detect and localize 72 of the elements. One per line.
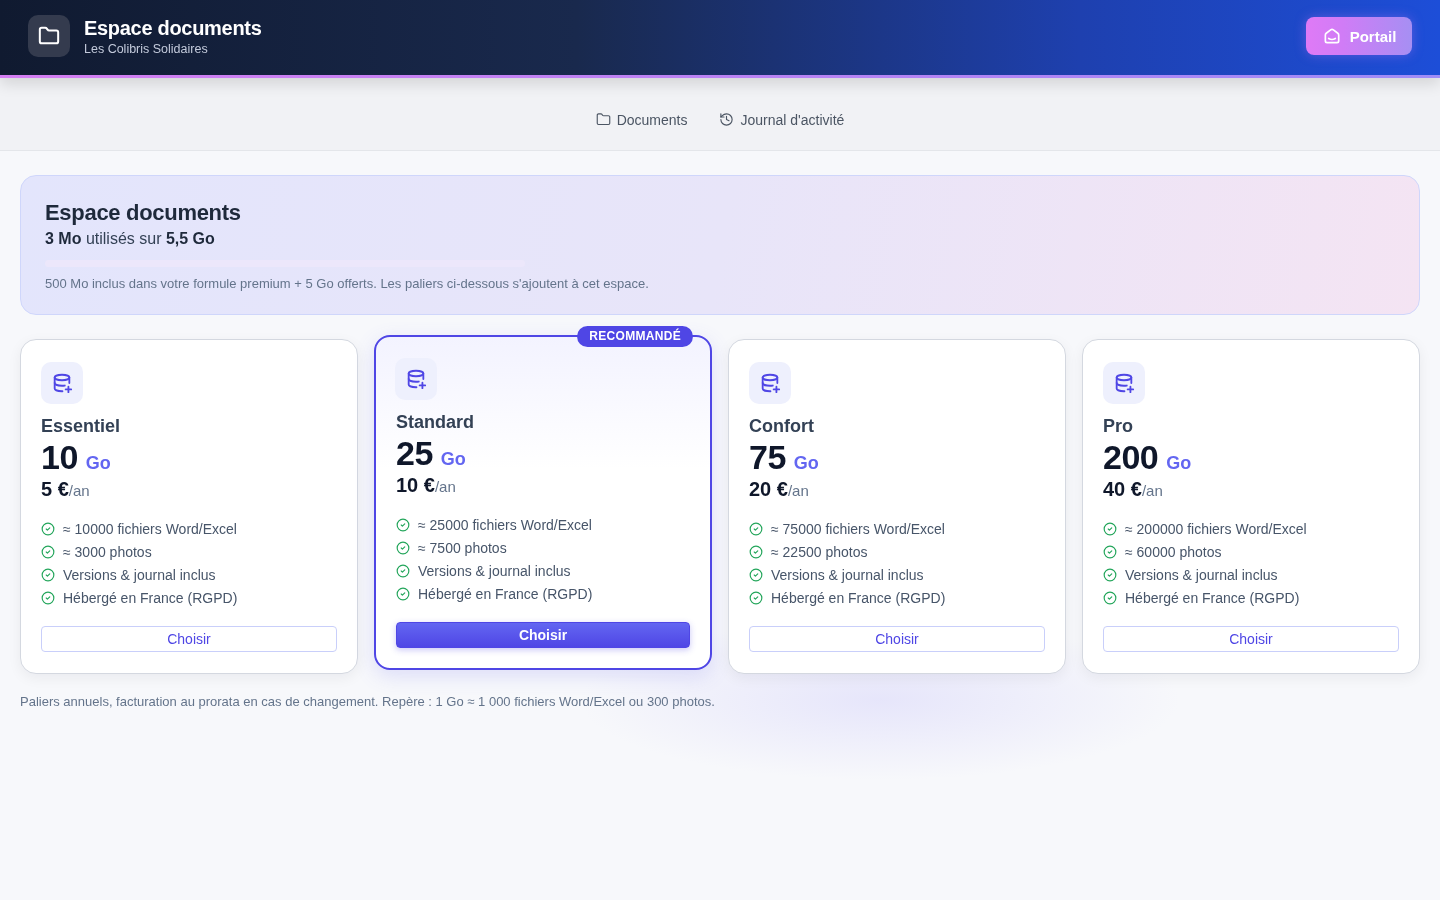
plan-feature: Hébergé en France (RGPD) <box>418 585 593 602</box>
recommended-badge: RECOMMANDÉ <box>577 326 693 347</box>
plan-name: Essentiel <box>41 415 122 438</box>
plan-feature: ≈ 60000 photos <box>1125 543 1222 560</box>
plan-price: 10 € <box>396 473 435 498</box>
check-circle-icon <box>396 540 410 555</box>
plan-feature: ≈ 22500 photos <box>771 543 868 560</box>
check-circle-icon <box>41 544 55 559</box>
choose-button[interactable]: Choisir <box>1103 626 1399 652</box>
choose-button[interactable]: Choisir <box>396 622 690 648</box>
size-unit: Go <box>793 453 819 474</box>
database-plus-icon <box>41 362 83 404</box>
plan-size: 25 <box>396 434 433 472</box>
app-title: Espace documents <box>84 16 262 41</box>
check-circle-icon <box>1103 590 1117 605</box>
size-unit: Go <box>85 453 111 474</box>
price-period: /an <box>434 477 456 497</box>
plan-feature: ≈ 200000 fichiers Word/Excel <box>1125 520 1307 537</box>
check-circle-icon <box>1103 521 1117 536</box>
plan-feature: ≈ 75000 fichiers Word/Excel <box>771 520 945 537</box>
plan-feature: Hébergé en France (RGPD) <box>63 589 238 606</box>
plan-feature: Versions & journal inclus <box>63 566 216 583</box>
panel-title: Espace documents <box>45 199 242 227</box>
plan-name: Pro <box>1103 415 1134 438</box>
check-circle-icon <box>749 544 763 559</box>
plan-size: 200 <box>1103 438 1159 476</box>
check-circle-icon <box>41 567 55 582</box>
plan-feature: ≈ 10000 fichiers Word/Excel <box>63 520 237 537</box>
plan-feature: Versions & journal inclus <box>771 566 924 583</box>
usage-note: 500 Mo inclus dans votre formule premium + 5 Go offerts. Les paliers ci-dessous s'ajoutent à cet espace. <box>45 275 650 293</box>
plan-feature: Versions & journal inclus <box>1125 566 1278 583</box>
plan-price: 20 € <box>749 477 788 502</box>
check-circle-icon <box>1103 544 1117 559</box>
check-circle-icon <box>749 590 763 605</box>
nav-tab[interactable]: Journal d'activité <box>719 107 845 134</box>
plan-price: 40 € <box>1103 477 1142 502</box>
history-icon <box>719 112 735 127</box>
check-circle-icon <box>396 563 410 578</box>
check-circle-icon <box>749 567 763 582</box>
plan-size: 10 <box>41 438 78 476</box>
plan-name: Confort <box>749 415 815 438</box>
plan-price: 5 € <box>41 477 69 502</box>
plan-feature: Versions & journal inclus <box>418 562 571 579</box>
footnote: Paliers annuels, facturation au prorata en cas de changement. Repère : 1 Go ≈ 1 000 fichiers Word/Excel ou 300 photos. <box>20 693 716 711</box>
check-circle-icon <box>749 521 763 536</box>
plan-feature: ≈ 25000 fichiers Word/Excel <box>418 516 592 533</box>
database-plus-icon <box>749 362 791 404</box>
plan-feature: ≈ 7500 photos <box>418 539 507 556</box>
price-period: /an <box>68 481 90 501</box>
nav-tab[interactable]: Documents <box>595 107 688 134</box>
plan-feature: ≈ 3000 photos <box>63 543 152 560</box>
plan-feature: Hébergé en France (RGPD) <box>771 589 946 606</box>
database-plus-icon <box>395 358 437 400</box>
choose-button[interactable]: Choisir <box>749 626 1045 652</box>
plan-feature: Hébergé en France (RGPD) <box>1125 589 1300 606</box>
database-plus-icon <box>1103 362 1145 404</box>
app-subtitle: Les Colibris Solidaires <box>84 41 209 57</box>
usage-summary: 3 Mo utilisés sur 5,5 Go <box>45 229 216 249</box>
plan-size: 75 <box>749 438 786 476</box>
folder-icon <box>28 15 70 57</box>
price-period: /an <box>787 481 809 501</box>
check-circle-icon <box>41 521 55 536</box>
check-circle-icon <box>1103 567 1117 582</box>
plan-name: Standard <box>396 411 475 434</box>
size-unit: Go <box>1166 453 1192 474</box>
choose-button[interactable]: Choisir <box>41 626 337 652</box>
size-unit: Go <box>440 449 466 470</box>
folder-icon <box>595 112 611 127</box>
check-circle-icon <box>41 590 55 605</box>
check-circle-icon <box>396 586 410 601</box>
price-period: /an <box>1141 481 1163 501</box>
check-circle-icon <box>396 517 410 532</box>
